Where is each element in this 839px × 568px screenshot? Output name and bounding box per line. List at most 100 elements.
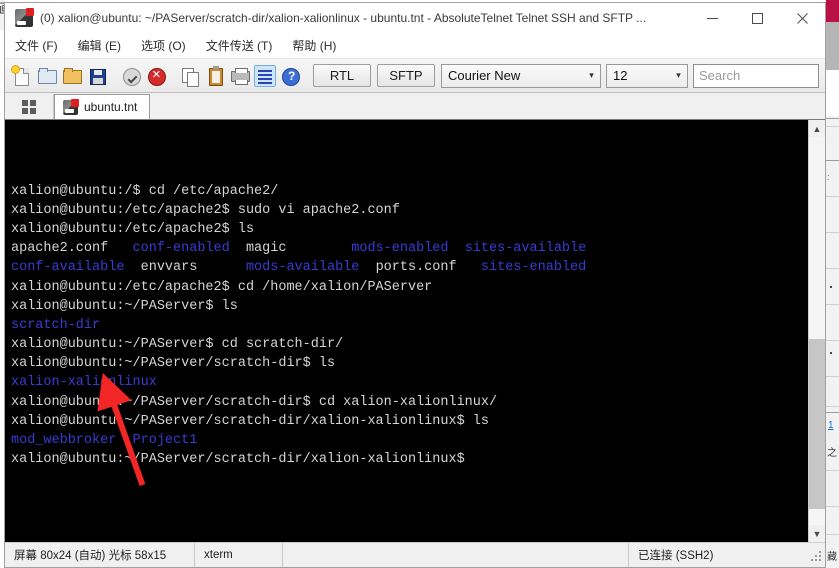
telnet-terminal-icon [15,8,34,27]
menu-options[interactable]: 选项 (O) [141,37,186,54]
search-placeholder: Search [699,68,741,83]
menu-bar: 文件 (F) 编辑 (E) 选项 (O) 文件传送 (T) 帮助 (H) [5,33,825,59]
status-screen-info: 屏幕 80x24 (自动) 光标 58x15 [5,543,195,567]
terminal-text: xalion@ubuntu:~/PAServer$ cd scratch-dir… [11,337,344,353]
status-spacer [283,543,629,567]
window-controls [690,3,825,33]
background-link[interactable]: 1 [828,420,834,431]
terminal-line: xalion@ubuntu:/etc/apache2$ ls [11,220,808,239]
copy-icon[interactable] [179,65,201,87]
terminal-dir-name: xalion-xalionlinux [11,375,157,391]
terminal-line: xalion@ubuntu:/etc/apache2$ cd /home/xal… [11,278,808,297]
tab-ubuntu-tnt[interactable]: ubuntu.tnt [54,94,151,119]
close-icon[interactable] [780,3,825,33]
font-family-value: Courier New [448,68,521,83]
resize-grip[interactable] [809,543,825,567]
background-window-right-sliver: : 1 之 藏 [826,0,839,568]
minimize-icon[interactable] [690,3,735,33]
background-gray-block [826,22,839,70]
chevron-down-icon[interactable]: ▼ [809,525,825,542]
terminal-area: xalion@ubuntu:/$ cd /etc/apache2/xalion@… [5,120,825,542]
terminal-text: xalion@ubuntu:/etc/apache2$ cd /home/xal… [11,279,433,295]
terminal-dir-name: Project1 [132,433,198,449]
terminal-dir-name: mod_webbroker [11,433,117,449]
terminal-dir-name: mods-available [245,260,360,276]
terminal-line: xalion@ubuntu:/etc/apache2$ sudo vi apac… [11,201,808,220]
window-title: (0) xalion@ubuntu: ~/PAServer/scratch-di… [40,11,647,25]
search-input[interactable]: Search [693,63,819,88]
scrollbar-track[interactable] [809,137,825,525]
terminal-line: scratch-dir [11,316,808,335]
status-connection: 已连接 (SSH2) [638,550,714,562]
title-bar[interactable]: (0) xalion@ubuntu: ~/PAServer/scratch-di… [5,3,825,33]
help-icon[interactable] [279,65,301,87]
terminal-text: ports.conf [359,260,481,276]
terminal-text: magic [229,241,352,257]
font-family-select[interactable]: Courier New ▾ [441,63,601,88]
menu-filetransfer[interactable]: 文件传送 (T) [206,37,273,54]
new-session-icon[interactable] [11,65,33,87]
rtl-button[interactable]: RTL [313,64,371,87]
terminal-output[interactable]: xalion@ubuntu:/$ cd /etc/apache2/xalion@… [5,120,808,542]
terminal-text: xalion@ubuntu:/etc/apache2$ ls [11,221,255,237]
scrollbar-thumb[interactable] [809,338,825,510]
terminal-text: xalion@ubuntu:~/PAServer/scratch-dir/xal… [11,413,489,429]
chevron-up-icon[interactable]: ▲ [809,120,825,137]
terminal-dir-name: scratch-dir [11,317,101,333]
terminal-line: xalion@ubuntu:~/PAServer$ cd scratch-dir… [11,335,808,354]
terminal-line: xalion@ubuntu:/$ cd /etc/apache2/ [11,182,808,201]
terminal-line: xalion@ubuntu:~/PAServer/scratch-dir$ cd… [11,393,808,412]
terminal-line: xalion-xalionlinux [11,373,808,392]
terminal-text: apache2.conf [11,241,133,257]
background-white-block [826,70,839,116]
paste-icon[interactable] [204,65,226,87]
sftp-button[interactable]: SFTP [377,64,435,87]
background-text-fragment: : [827,172,830,182]
terminal-line: apache2.conf conf-enabled magic mods-ena… [11,239,808,258]
chevron-down-icon: ▾ [589,70,594,80]
tab-strip: ubuntu.tnt [5,93,825,120]
background-glyph-2: 之 [827,448,837,459]
status-bar: 屏幕 80x24 (自动) 光标 58x15 xterm 已连接 (SSH2) [5,542,825,567]
terminal-text: xalion@ubuntu:~/PAServer/scratch-dir$ cd… [11,394,498,410]
tab-grid-icon[interactable] [5,94,54,119]
terminal-line: xalion@ubuntu:~/PAServer$ ls [11,297,808,316]
new-folder-icon[interactable] [36,65,58,87]
open-folder-icon[interactable] [61,65,83,87]
terminal-text: xalion@ubuntu:~/PAServer/scratch-dir/xal… [11,452,465,468]
menu-file[interactable]: 文件 (F) [15,37,58,54]
terminal-dir-name: mods-enabled [351,241,449,257]
toolbar: RTL SFTP Courier New ▾ 12 ▾ Search [5,59,825,93]
disconnect-icon[interactable] [145,65,167,87]
font-size-select[interactable]: 12 ▾ [606,63,688,88]
background-accent-bar [826,0,839,22]
absolutetelnet-window: (0) xalion@ubuntu: ~/PAServer/scratch-di… [4,2,826,568]
save-icon[interactable] [86,65,108,87]
terminal-dir-name: conf-available [11,260,125,276]
terminal-line: xalion@ubuntu:~/PAServer/scratch-dir/xal… [11,412,808,431]
terminal-dir-name: sites-available [464,241,587,257]
status-terminal-type: xterm [195,543,283,567]
terminal-line: xalion@ubuntu:~/PAServer/scratch-dir$ ls [11,354,808,373]
terminal-dir-name: sites-enabled [480,260,587,276]
print-icon[interactable] [229,65,251,87]
terminal-line: xalion@ubuntu:~/PAServer/scratch-dir/xal… [11,450,808,469]
menu-edit[interactable]: 编辑 (E) [78,37,121,54]
terminal-text: xalion@ubuntu:~/PAServer$ ls [11,298,238,314]
connect-icon[interactable] [120,65,142,87]
terminal-scrollbar[interactable]: ▲ ▼ [808,120,825,542]
terminal-text: xalion@ubuntu:~/PAServer/scratch-dir$ ls [11,356,336,372]
background-glyph-3: 藏 [827,552,837,563]
telnet-terminal-icon [63,98,79,115]
tab-label: ubuntu.tnt [84,100,138,114]
menu-help[interactable]: 帮助 (H) [292,37,336,54]
font-size-value: 12 [613,68,628,83]
log-session-icon[interactable] [254,64,276,87]
maximize-icon[interactable] [735,3,780,33]
terminal-dir-name: conf-enabled [132,241,230,257]
terminal-line: mod_webbroker Project1 [11,431,808,450]
chevron-down-icon: ▾ [676,70,681,80]
terminal-line: conf-available envvars mods-available po… [11,258,808,277]
